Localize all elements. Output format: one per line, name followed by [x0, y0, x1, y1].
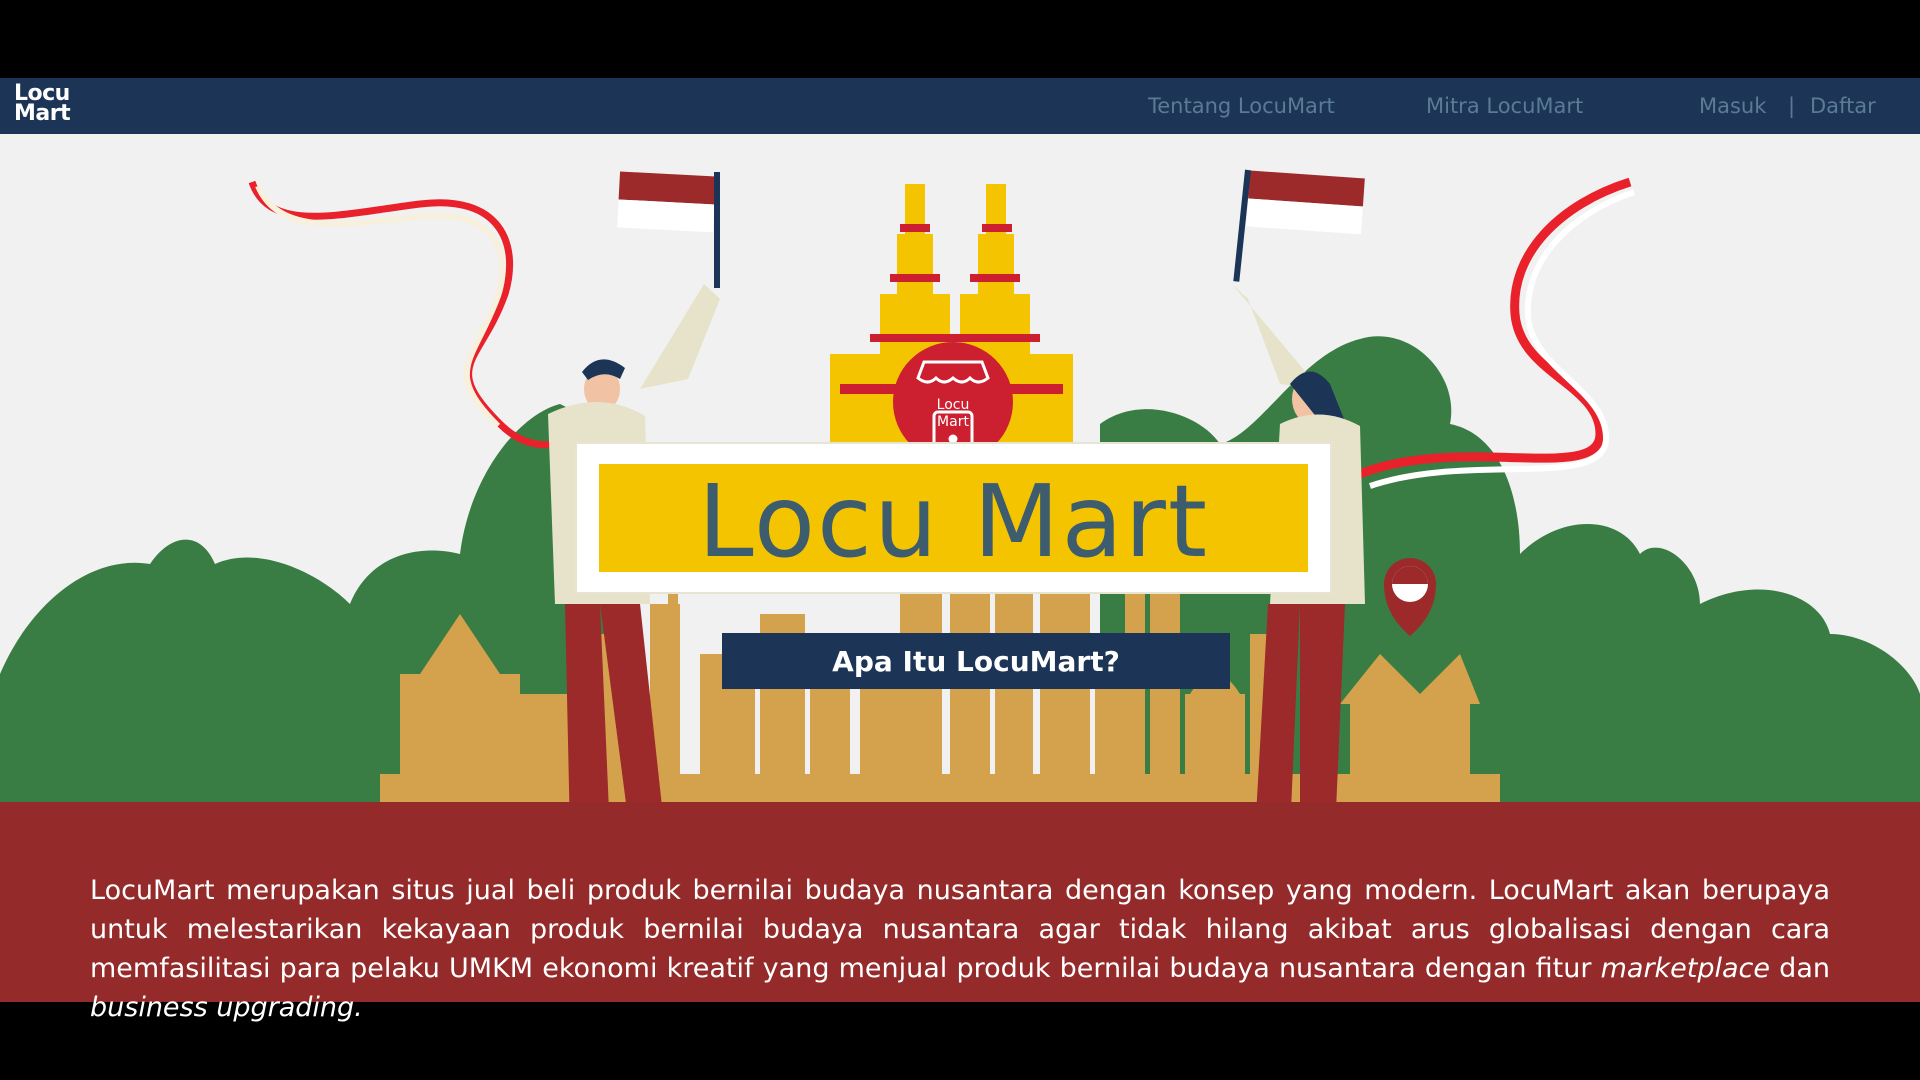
badge-text-line-1: Locu	[937, 397, 970, 413]
description-em-marketplace: marketplace	[1600, 953, 1771, 984]
description-section: LocuMart merupakan situs jual beli produ…	[0, 802, 1920, 1023]
hero-banner-title: Locu Mart	[697, 463, 1210, 580]
brand-logo[interactable]: Locu Mart	[14, 83, 71, 126]
hero-banner-inner: Locu Mart	[599, 464, 1308, 572]
section-title: Apa Itu LocuMart?	[722, 633, 1230, 689]
top-navbar: Locu Mart Tentang LocuMart Mitra LocuMar…	[0, 78, 1920, 134]
nav-link-partners[interactable]: Mitra LocuMart	[1426, 94, 1583, 118]
description-body-2: dan	[1770, 953, 1830, 984]
description-em-business-upgrading: business upgrading.	[90, 992, 363, 1023]
ribbon-left-shadow	[255, 184, 506, 429]
register-link[interactable]: Daftar	[1810, 94, 1876, 118]
badge-text-line-2: Mart	[937, 414, 969, 430]
logo-line-2: Mart	[14, 101, 71, 126]
page: Locu Mart Tentang LocuMart Mitra LocuMar…	[0, 0, 1920, 1080]
login-link[interactable]: Masuk	[1699, 94, 1766, 118]
description-text: LocuMart merupakan situs jual beli produ…	[90, 871, 1830, 1027]
hero-banner: Locu Mart	[577, 444, 1330, 592]
description-body-1: LocuMart merupakan situs jual beli produ…	[90, 875, 1830, 984]
nav-link-about[interactable]: Tentang LocuMart	[1148, 94, 1335, 118]
auth-separator: |	[1788, 94, 1796, 118]
hero-illustration: Locu Mart Locu Mart	[0, 134, 1920, 802]
